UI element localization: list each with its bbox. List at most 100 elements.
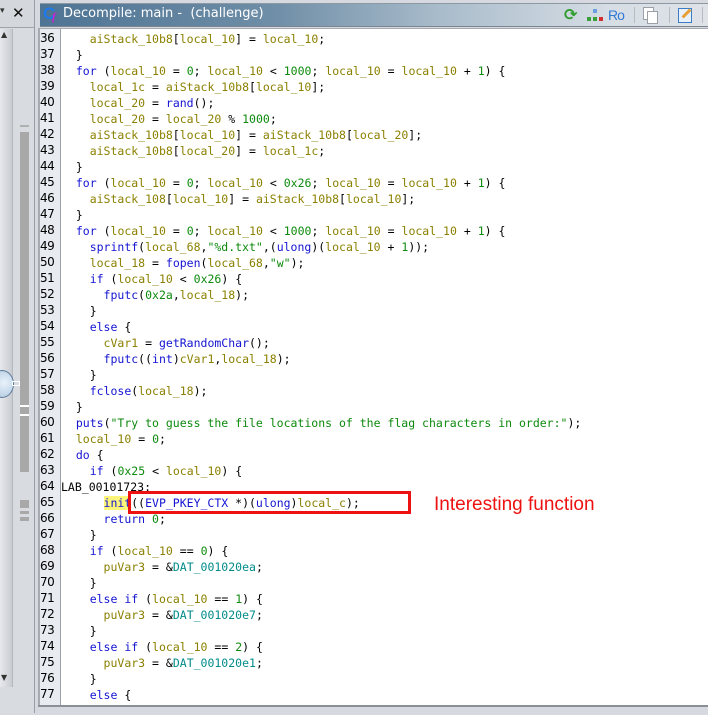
overview-marker-bar <box>20 132 29 472</box>
line-number: 43 <box>40 143 55 157</box>
code-line[interactable]: for (local_10 = 0; local_10 < 1000; loca… <box>62 223 506 239</box>
scroll-down-arrow-icon[interactable]: ▼ <box>1 673 7 682</box>
code-line[interactable]: } <box>62 527 97 543</box>
line-number: 39 <box>40 79 55 93</box>
refresh-icon[interactable]: ⟳ <box>564 6 582 24</box>
panel-close-button[interactable]: ✕ <box>12 4 25 22</box>
line-number: 76 <box>40 671 55 685</box>
overview-scrollbar[interactable] <box>0 29 13 687</box>
code-line[interactable]: } <box>62 47 83 63</box>
line-number: 50 <box>40 255 55 269</box>
code-line[interactable]: aiStack_108[local_10] = aiStack_10b8[loc… <box>62 191 416 207</box>
line-number: 41 <box>40 111 55 125</box>
toolbar-separator <box>669 7 670 23</box>
annotation-label: Interesting function <box>434 494 595 515</box>
code-line[interactable]: fclose(local_18); <box>62 383 208 399</box>
panel-menu-chevron-icon[interactable]: ▾ <box>0 6 5 16</box>
line-number: 45 <box>40 175 55 189</box>
line-number: 55 <box>40 335 55 349</box>
decompiler-cf-icon: Cf <box>43 4 56 23</box>
code-line[interactable]: } <box>62 207 83 223</box>
code-line[interactable]: puts("Try to guess the file locations of… <box>62 415 581 431</box>
line-number: 64 <box>40 479 55 493</box>
line-number: 63 <box>40 463 55 477</box>
code-line[interactable]: local_20 = rand(); <box>62 95 215 111</box>
code-line[interactable]: for (local_10 = 0; local_10 < 0x26; loca… <box>62 175 506 191</box>
code-line[interactable]: puVar3 = &DAT_001020e7; <box>62 607 263 623</box>
code-line[interactable]: local_20 = local_20 % 1000; <box>62 111 277 127</box>
code-line[interactable]: if (local_10 < 0x26) { <box>62 271 242 287</box>
code-line[interactable]: } <box>62 159 83 175</box>
line-number: 69 <box>40 559 55 573</box>
line-number: 67 <box>40 527 55 541</box>
code-line[interactable]: else { <box>62 687 132 703</box>
line-number: 65 <box>40 495 55 509</box>
code-line[interactable]: local_18 = fopen(local_68,"w"); <box>62 255 305 271</box>
decompiled-code-view[interactable]: 36 37 38 39 40 41 42 43 44 45 46 47 48 49 50 51 52 53 54 55… <box>38 28 708 705</box>
code-line[interactable]: local_10 = 0; <box>62 431 166 447</box>
line-number: 46 <box>40 191 55 205</box>
code-line[interactable]: sprintf(local_68,"%d.txt",(ulong)(local_… <box>62 239 429 255</box>
panel-header: ▾ ✕ <box>0 0 34 28</box>
code-line[interactable]: for (local_10 = 0; local_10 < 1000; loca… <box>62 63 506 79</box>
line-number: 75 <box>40 655 55 669</box>
copy-icon[interactable] <box>642 6 660 24</box>
code-line[interactable]: } <box>62 623 97 639</box>
window-title: Decompile: main - (challenge) <box>63 6 264 21</box>
code-line[interactable]: else { <box>62 319 132 335</box>
window-titlebar: Cf Decompile: main - (challenge) ⟳ Ro <box>40 3 708 27</box>
code-line[interactable]: puVar3 = &DAT_001020ea; <box>62 559 263 575</box>
line-number: 72 <box>40 607 55 621</box>
line-number: 62 <box>40 447 55 461</box>
code-line[interactable]: } <box>62 303 97 319</box>
scroll-position-tick <box>12 381 20 386</box>
function-graph-icon[interactable] <box>587 6 603 24</box>
window-bottom-border <box>38 705 708 715</box>
code-line[interactable]: aiStack_10b8[local_20] = local_1c; <box>62 143 326 159</box>
overview-marker <box>20 125 29 127</box>
line-number: 37 <box>40 47 55 61</box>
overview-marker <box>20 511 29 514</box>
code-line[interactable]: } <box>62 399 83 415</box>
edit-icon[interactable] <box>677 6 693 24</box>
line-number: 42 <box>40 127 55 141</box>
code-line[interactable]: fputc((int)cVar1,local_18); <box>62 351 291 367</box>
code-line[interactable]: else if (local_10 == 1) { <box>62 591 263 607</box>
code-line[interactable]: do { <box>62 447 104 463</box>
line-number: 58 <box>40 383 55 397</box>
line-number: 74 <box>40 639 55 653</box>
code-line[interactable]: aiStack_10b8[local_10] = aiStack_10b8[lo… <box>62 127 422 143</box>
scroll-up-arrow-icon[interactable]: ▲ <box>1 30 7 39</box>
toolbar-separator <box>702 7 703 23</box>
line-number: 59 <box>40 399 55 413</box>
overview-marker <box>20 414 29 416</box>
annotation-highlight-box <box>128 491 411 514</box>
code-line[interactable]: if (local_10 == 0) { <box>62 543 229 559</box>
code-line[interactable]: puVar3 = &DAT_001020e1; <box>62 655 263 671</box>
line-number: 56 <box>40 351 55 365</box>
code-line[interactable]: fputc(0x2a,local_18); <box>62 287 249 303</box>
code-line[interactable]: else if (local_10 == 2) { <box>62 639 263 655</box>
code-line[interactable]: aiStack_10b8[local_10] = local_10; <box>62 31 326 47</box>
code-line[interactable]: if (0x25 < local_10) { <box>62 463 242 479</box>
line-number: 53 <box>40 303 55 317</box>
line-number: 44 <box>40 159 55 173</box>
decompile-window: Cf Decompile: main - (challenge) ⟳ Ro 36… <box>38 0 708 715</box>
line-number: 47 <box>40 207 55 221</box>
code-line[interactable]: local_1c = aiStack_10b8[local_10]; <box>62 79 325 95</box>
line-number: 38 <box>40 63 55 77</box>
line-number: 77 <box>40 687 55 701</box>
toolbar-separator <box>634 7 635 23</box>
line-number: 70 <box>40 575 55 589</box>
code-line[interactable]: cVar1 = getRandomChar(); <box>62 335 270 351</box>
left-docked-panel: ▾ ✕ ▲ ▼ <box>0 0 35 713</box>
line-number: 66 <box>40 511 55 525</box>
line-number: 36 <box>40 31 55 45</box>
line-number: 49 <box>40 239 55 253</box>
code-line[interactable]: } <box>62 671 97 687</box>
line-number: 52 <box>40 287 55 301</box>
code-line[interactable]: } <box>62 575 97 591</box>
code-line[interactable]: } <box>62 367 97 383</box>
read-only-icon[interactable]: Ro <box>608 6 630 24</box>
overview-marker <box>20 405 29 407</box>
